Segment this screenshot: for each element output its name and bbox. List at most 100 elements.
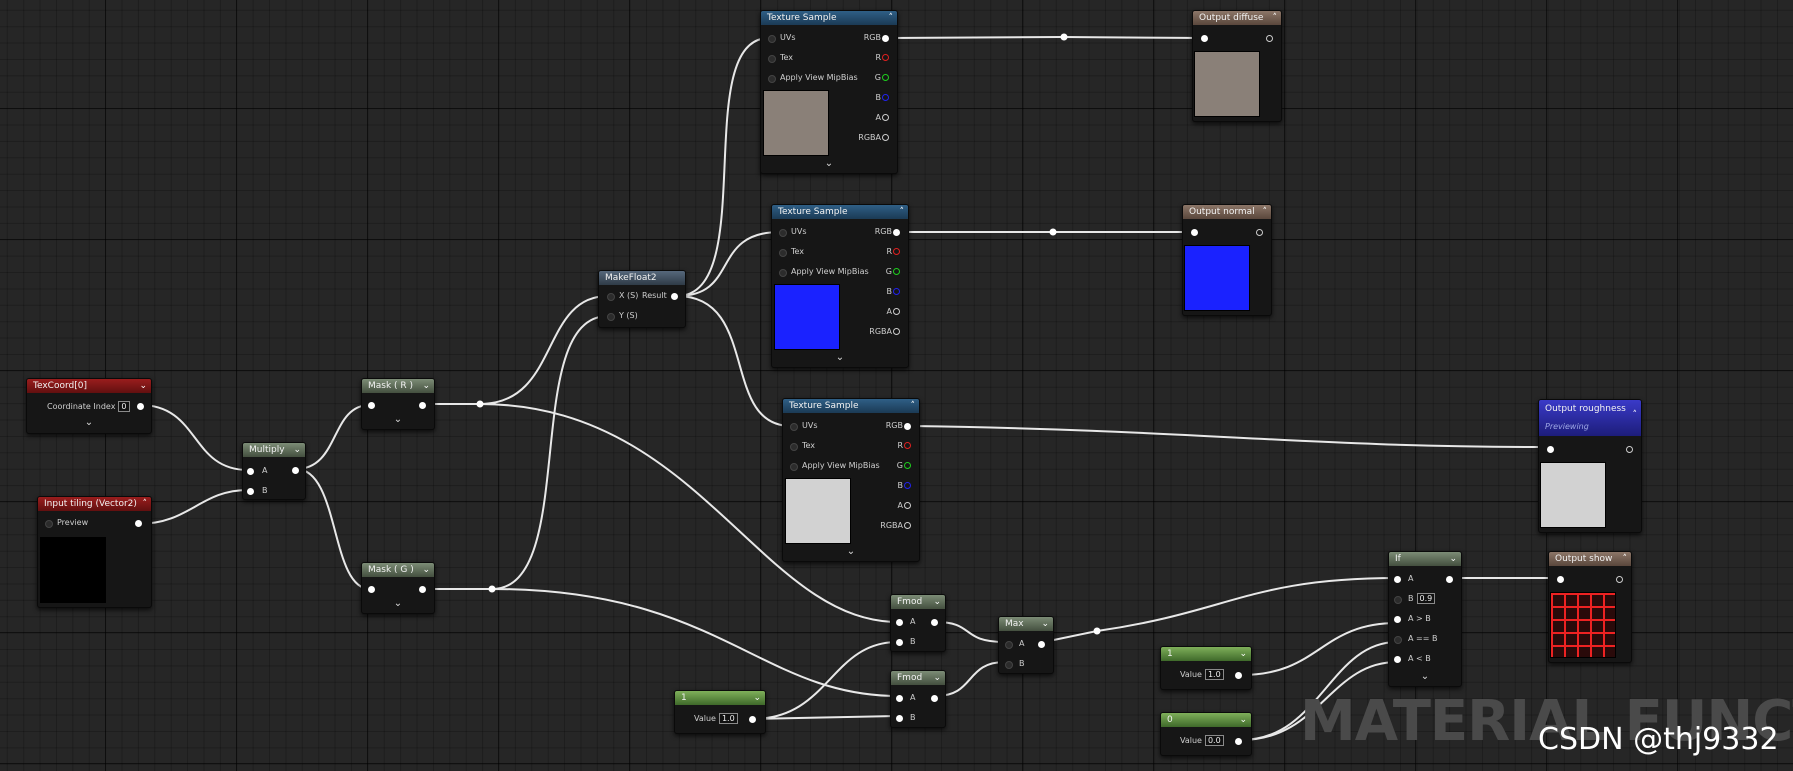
- output-pin[interactable]: [1256, 229, 1263, 236]
- chevron-up-icon[interactable]: ˄: [900, 205, 905, 219]
- output-pin[interactable]: [1235, 738, 1242, 745]
- expand-chevron-icon[interactable]: ⌄: [761, 159, 897, 169]
- node-header[interactable]: Texture Sample ˄: [761, 11, 897, 25]
- chevron-down-icon[interactable]: ⌄: [422, 379, 430, 393]
- output-show-node[interactable]: Output show ˄: [1548, 551, 1632, 663]
- input-pin-b[interactable]: [1005, 661, 1013, 669]
- node-header[interactable]: 0 ⌄: [1161, 713, 1251, 727]
- multiply-node[interactable]: Multiply ⌄ A B: [242, 442, 306, 500]
- input-pin-mipbias[interactable]: [779, 269, 787, 277]
- input-pin[interactable]: [368, 402, 375, 409]
- node-header[interactable]: If ⌄: [1389, 552, 1461, 566]
- input-pin-tex[interactable]: [779, 249, 787, 257]
- output-pin-a[interactable]: [893, 308, 900, 315]
- texture-sample-3-node[interactable]: Texture Sample ˄ UVs RGB Tex R Apply View…: [782, 398, 920, 562]
- input-pin-mipbias[interactable]: [768, 75, 776, 83]
- node-header[interactable]: Max ⌄: [999, 617, 1053, 631]
- node-header[interactable]: MakeFloat2: [599, 271, 685, 285]
- input-pin-a[interactable]: [896, 619, 903, 626]
- output-pin-g[interactable]: [904, 462, 911, 469]
- expand-chevron-icon[interactable]: ⌄: [772, 353, 908, 363]
- input-pin-uvs[interactable]: [779, 229, 787, 237]
- node-header[interactable]: Mask ( G ) ⌄: [362, 563, 434, 577]
- output-pin[interactable]: [1446, 576, 1453, 583]
- chevron-up-icon[interactable]: ˄: [1633, 408, 1638, 422]
- output-roughness-node[interactable]: Output roughness Previewing ˄: [1538, 399, 1642, 533]
- if-node[interactable]: If ⌄ A B 0.9 A > B A == B A < B ⌄: [1388, 551, 1462, 687]
- chevron-up-icon[interactable]: ˄: [889, 11, 894, 25]
- input-pin-a-less-b[interactable]: [1394, 656, 1401, 663]
- texcoord-node[interactable]: TexCoord[0] ⌄ Coordinate Index 0 ⌄: [26, 378, 152, 434]
- input-pin-a-greater-b[interactable]: [1394, 616, 1401, 623]
- chevron-up-icon[interactable]: ˄: [143, 497, 148, 511]
- output-pin-a[interactable]: [882, 114, 889, 121]
- output-pin[interactable]: [419, 402, 426, 409]
- input-pin[interactable]: [1547, 446, 1554, 453]
- node-header[interactable]: 1 ⌄: [1161, 647, 1251, 661]
- node-header[interactable]: Output show ˄: [1549, 552, 1631, 566]
- chevron-up-icon[interactable]: ˄: [1623, 552, 1628, 566]
- input-pin-b[interactable]: [896, 715, 903, 722]
- expand-chevron-icon[interactable]: ⌄: [27, 418, 151, 428]
- input-pin[interactable]: [45, 520, 53, 528]
- node-header[interactable]: Fmod ⌄: [891, 671, 945, 685]
- output-pin[interactable]: [292, 467, 299, 474]
- node-header[interactable]: Fmod ⌄: [891, 595, 945, 609]
- input-pin[interactable]: [1557, 576, 1564, 583]
- input-pin[interactable]: [368, 586, 375, 593]
- input-pin-x[interactable]: [607, 293, 615, 301]
- output-pin-rgb[interactable]: [893, 229, 900, 236]
- max-node[interactable]: Max ⌄ A B: [998, 616, 1054, 674]
- output-pin-r[interactable]: [904, 442, 911, 449]
- chevron-up-icon[interactable]: ˄: [911, 399, 916, 413]
- node-header[interactable]: Output normal ˄: [1183, 205, 1271, 219]
- input-pin-b[interactable]: [1394, 596, 1402, 604]
- node-header[interactable]: Output diffuse ˄: [1193, 11, 1281, 25]
- node-header[interactable]: Input tiling (Vector2) ˄: [38, 497, 151, 511]
- input-pin-y[interactable]: [607, 313, 615, 321]
- fmod-1-node[interactable]: Fmod ⌄ A B: [890, 594, 946, 652]
- output-normal-node[interactable]: Output normal ˄: [1182, 204, 1272, 316]
- chevron-down-icon[interactable]: ⌄: [933, 595, 941, 609]
- output-pin[interactable]: [671, 293, 678, 300]
- coordinate-index-field[interactable]: 0: [118, 401, 130, 412]
- chevron-down-icon[interactable]: ⌄: [293, 443, 301, 457]
- output-pin-b[interactable]: [904, 482, 911, 489]
- chevron-up-icon[interactable]: ˄: [1263, 205, 1268, 219]
- input-pin-b[interactable]: [896, 639, 903, 646]
- node-header[interactable]: Output roughness Previewing ˄: [1539, 400, 1641, 436]
- chevron-up-icon[interactable]: ˄: [1273, 11, 1278, 25]
- texture-sample-1-node[interactable]: Texture Sample ˄ UVs RGB Tex R Apply View…: [760, 10, 898, 174]
- chevron-down-icon[interactable]: ⌄: [139, 379, 147, 393]
- output-pin[interactable]: [1266, 35, 1273, 42]
- output-pin[interactable]: [137, 403, 144, 410]
- output-pin[interactable]: [1616, 576, 1623, 583]
- value-field[interactable]: 1.0: [718, 713, 738, 724]
- input-pin-tex[interactable]: [790, 443, 798, 451]
- output-pin-r[interactable]: [882, 54, 889, 61]
- input-pin-a-equals-b[interactable]: [1394, 636, 1402, 644]
- output-pin-g[interactable]: [893, 268, 900, 275]
- node-header[interactable]: Multiply ⌄: [243, 443, 305, 457]
- chevron-down-icon[interactable]: ⌄: [422, 563, 430, 577]
- input-pin-a[interactable]: [1005, 641, 1013, 649]
- mask-g-node[interactable]: Mask ( G ) ⌄ ⌄: [361, 562, 435, 614]
- output-pin-b[interactable]: [882, 94, 889, 101]
- expand-chevron-icon[interactable]: ⌄: [1389, 672, 1461, 682]
- input-pin-tex[interactable]: [768, 55, 776, 63]
- makefloat2-node[interactable]: MakeFloat2 X (S) Result Y (S): [598, 270, 686, 328]
- node-header[interactable]: Texture Sample ˄: [783, 399, 919, 413]
- output-pin[interactable]: [1038, 641, 1045, 648]
- constant-if-zero-node[interactable]: 0 ⌄ Value 0.0: [1160, 712, 1252, 756]
- expand-chevron-icon[interactable]: ⌄: [362, 599, 434, 609]
- chevron-down-icon[interactable]: ⌄: [1239, 647, 1247, 661]
- output-pin[interactable]: [1626, 446, 1633, 453]
- output-pin[interactable]: [1235, 672, 1242, 679]
- node-header[interactable]: Texture Sample ˄: [772, 205, 908, 219]
- input-pin-uvs[interactable]: [768, 35, 776, 43]
- node-header[interactable]: 1 ⌄: [675, 691, 765, 705]
- output-pin[interactable]: [419, 586, 426, 593]
- output-pin[interactable]: [135, 520, 142, 527]
- input-pin-b[interactable]: [247, 488, 254, 495]
- input-pin-a[interactable]: [1394, 576, 1401, 583]
